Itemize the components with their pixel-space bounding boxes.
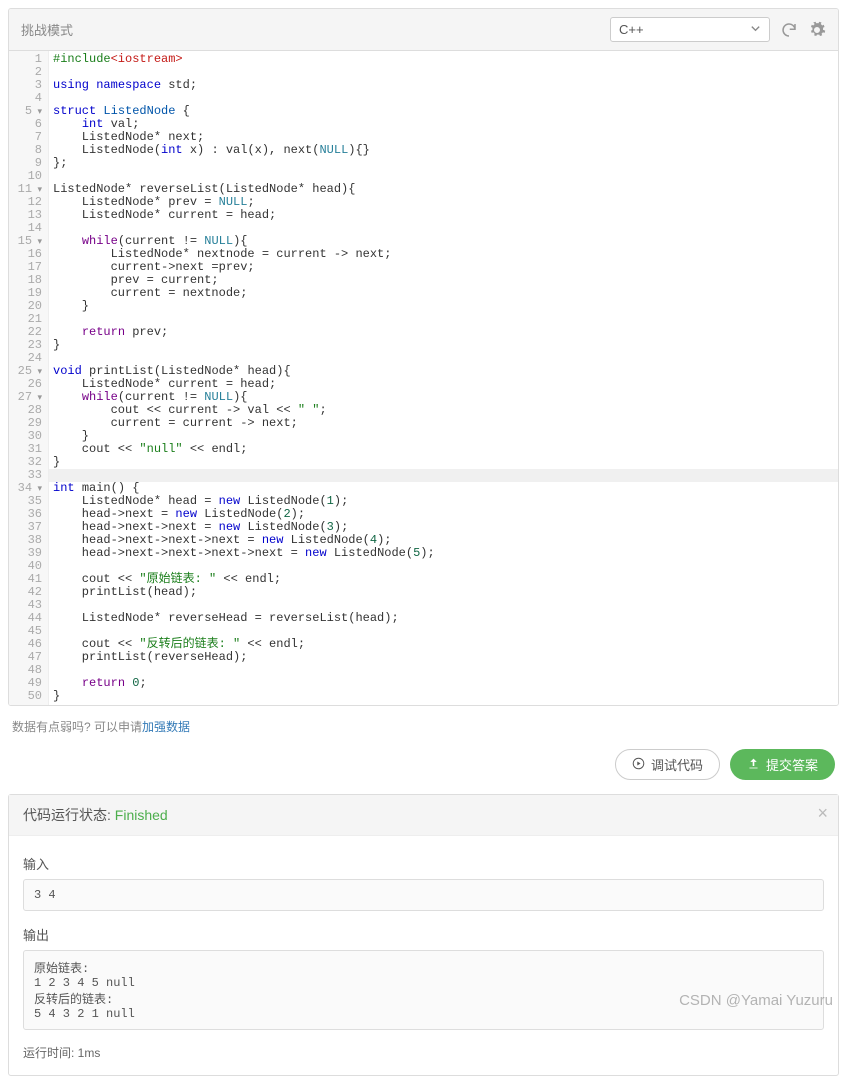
action-row: 调试代码 提交答案 [0,743,847,790]
output-label: 输出 [23,921,824,944]
submit-label: 提交答案 [766,755,818,774]
gear-icon[interactable] [808,21,826,39]
chevron-down-icon [750,22,761,37]
submit-button[interactable]: 提交答案 [730,749,835,780]
editor-footer: 数据有点弱吗? 可以申请加强数据 [0,714,847,743]
editor-header: 挑战模式 C++ [9,9,838,51]
mode-label: 挑战模式 [21,20,73,39]
upload-icon [747,757,760,773]
result-header: 代码运行状态: Finished [9,795,838,836]
header-controls: C++ [610,17,826,42]
debug-label: 调试代码 [651,755,703,774]
input-label: 输入 [23,850,824,873]
code-editor[interactable]: 1234567891011121314151617181920212223242… [9,51,838,705]
language-value: C++ [619,22,644,37]
hint-prefix: 数据有点弱吗? 可以申请 [12,720,142,734]
editor-panel: 挑战模式 C++ 1234567891011121314151617181920… [8,8,839,706]
code-content[interactable]: #include<iostream> using namespace std; … [49,51,838,705]
line-gutter: 1234567891011121314151617181920212223242… [9,51,49,705]
play-icon [632,757,645,773]
debug-button[interactable]: 调试代码 [615,749,720,780]
status-value: Finished [115,807,168,823]
result-panel: × 代码运行状态: Finished 输入 3 4 输出 原始链表: 1 2 3… [8,794,839,1076]
enhance-data-link[interactable]: 加强数据 [142,720,190,734]
close-icon[interactable]: × [817,803,828,824]
runtime-row: 运行时间: 1ms [23,1040,824,1061]
status-label: 代码运行状态: [23,807,115,823]
refresh-icon[interactable] [780,21,798,39]
runtime-value: 1ms [78,1046,101,1060]
input-box: 3 4 [23,879,824,911]
output-box: 原始链表: 1 2 3 4 5 null 反转后的链表: 5 4 3 2 1 n… [23,950,824,1030]
runtime-label: 运行时间: [23,1046,78,1060]
language-select[interactable]: C++ [610,17,770,42]
result-body: 输入 3 4 输出 原始链表: 1 2 3 4 5 null 反转后的链表: 5… [9,836,838,1075]
